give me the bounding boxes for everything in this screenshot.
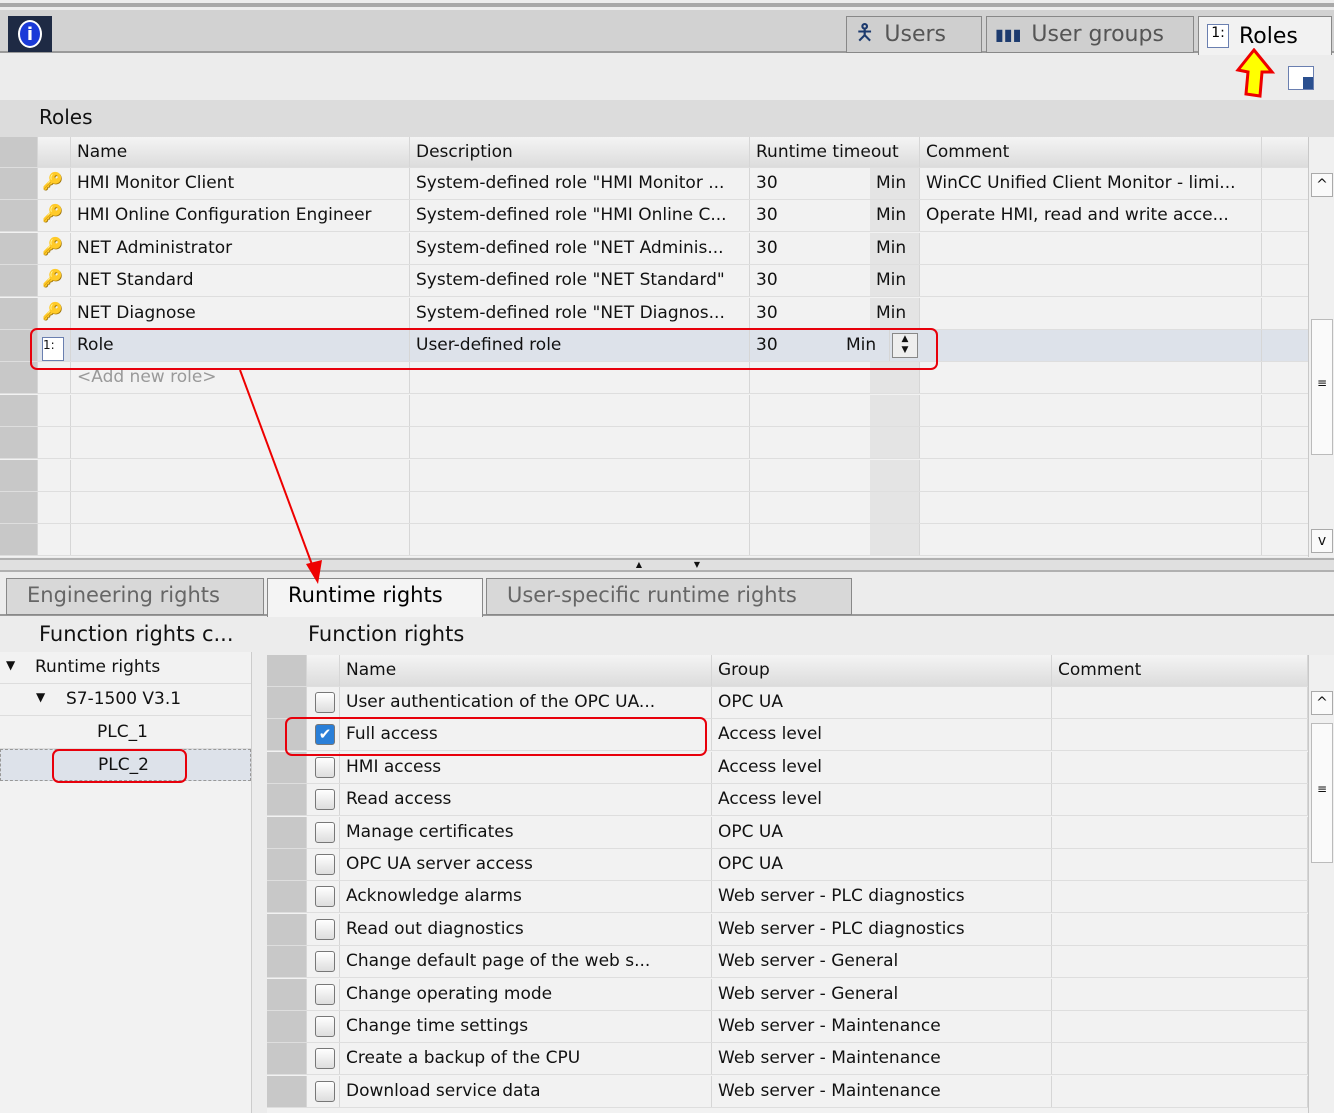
right-name: Create a backup of the CPU — [340, 1043, 712, 1075]
checkbox[interactable] — [315, 756, 335, 778]
right-name: Read access — [340, 784, 712, 816]
right-row: HMI access Access level — [267, 751, 1308, 784]
checkbox[interactable] — [315, 821, 335, 843]
checkbox[interactable] — [315, 1048, 335, 1070]
checkbox[interactable] — [315, 918, 335, 940]
checkbox[interactable] — [315, 951, 335, 973]
row-header[interactable] — [267, 751, 307, 783]
right-name: User authentication of the OPC UA... — [340, 687, 712, 718]
checkbox[interactable] — [315, 1016, 335, 1037]
right-comment[interactable] — [1052, 687, 1308, 718]
right-comment[interactable] — [1052, 1043, 1308, 1075]
tree-item[interactable]: ▼ S7-1500 V3.1 — [0, 684, 251, 717]
scroll-thumb[interactable]: ≡ — [1311, 723, 1333, 863]
right-row: Change default page of the web s... Web … — [267, 946, 1308, 979]
row-header[interactable] — [267, 1043, 307, 1075]
right-comment[interactable] — [1052, 816, 1308, 848]
right-group: Web server - General — [712, 978, 1052, 1010]
row-header[interactable] — [267, 913, 307, 945]
right-comment[interactable] — [1052, 913, 1308, 945]
row-header[interactable] — [267, 687, 307, 718]
checkbox[interactable] — [315, 983, 335, 1005]
right-comment[interactable] — [1052, 751, 1308, 783]
right-row: Create a backup of the CPU Web server - … — [267, 1043, 1308, 1076]
row-header[interactable] — [267, 881, 307, 913]
right-comment[interactable] — [1052, 719, 1308, 751]
checkbox[interactable] — [315, 789, 335, 811]
right-group: OPC UA — [712, 816, 1052, 848]
right-name: Acknowledge alarms — [340, 881, 712, 913]
right-row: Download service data Web server - Maint… — [267, 1075, 1308, 1108]
right-row: Read out diagnostics Web server - PLC di… — [267, 913, 1308, 946]
row-header[interactable] — [267, 946, 307, 978]
checkbox[interactable] — [315, 1080, 335, 1102]
right-name: Change operating mode — [340, 978, 712, 1010]
right-row: Change operating mode Web server - Gener… — [267, 978, 1308, 1011]
right-group: Web server - Maintenance — [712, 1011, 1052, 1042]
right-row: User authentication of the OPC UA... OPC… — [267, 687, 1308, 719]
right-name: Read out diagnostics — [340, 913, 712, 945]
full-access-highlight — [285, 717, 707, 756]
row-header[interactable] — [267, 784, 307, 816]
function-rights-categories-title: Function rights c... — [39, 622, 234, 646]
right-row: Read access Access level — [267, 784, 1308, 817]
checkbox[interactable] — [315, 854, 335, 875]
right-group: Web server - General — [712, 946, 1052, 978]
right-comment[interactable] — [1052, 978, 1308, 1010]
right-group: Access level — [712, 784, 1052, 816]
checkbox[interactable] — [315, 886, 335, 908]
row-header[interactable] — [267, 1011, 307, 1042]
right-name: Change time settings — [340, 1011, 712, 1042]
right-name: Download service data — [340, 1075, 712, 1107]
tree-item-label: S7-1500 V3.1 — [66, 689, 182, 710]
col-name[interactable]: Name — [340, 655, 712, 686]
right-row: Manage certificates OPC UA — [267, 816, 1308, 849]
tree-item[interactable]: ▼ Runtime rights — [0, 652, 251, 684]
expand-triangle-icon[interactable]: ▼ — [36, 690, 45, 704]
right-comment[interactable] — [1052, 784, 1308, 816]
row-header[interactable] — [267, 849, 307, 880]
tree-item-label: PLC_1 — [97, 721, 148, 742]
row-header[interactable] — [267, 816, 307, 848]
rights-scrollbar[interactable]: ^ ≡ — [1308, 655, 1334, 1113]
row-header[interactable] — [267, 1075, 307, 1107]
plc2-highlight — [52, 749, 187, 783]
expand-triangle-icon[interactable]: ▼ — [6, 658, 15, 672]
scroll-up-button[interactable]: ^ — [1311, 691, 1333, 715]
right-row: Change time settings Web server - Mainte… — [267, 1011, 1308, 1043]
right-comment[interactable] — [1052, 946, 1308, 978]
right-group: Access level — [712, 751, 1052, 783]
rights-table-header: Name Group Comment — [267, 655, 1308, 687]
right-row: Acknowledge alarms Web server - PLC diag… — [267, 881, 1308, 914]
right-row: OPC UA server access OPC UA — [267, 849, 1308, 881]
right-name: HMI access — [340, 751, 712, 783]
right-group: Web server - PLC diagnostics — [712, 881, 1052, 913]
categories-tree: ▼ Runtime rights ▼ S7-1500 V3.1 PLC_1 PL… — [0, 652, 252, 1113]
col-comment[interactable]: Comment — [1052, 655, 1308, 686]
right-group: OPC UA — [712, 687, 1052, 718]
red-arrow-annotation — [239, 369, 322, 584]
right-name: Change default page of the web s... — [340, 946, 712, 978]
right-comment[interactable] — [1052, 849, 1308, 880]
tree-item-label: Runtime rights — [35, 657, 161, 677]
right-name: OPC UA server access — [340, 849, 712, 880]
right-comment[interactable] — [1052, 1011, 1308, 1042]
right-comment[interactable] — [1052, 881, 1308, 913]
right-group: OPC UA — [712, 849, 1052, 880]
function-rights-title: Function rights — [308, 622, 465, 646]
right-comment[interactable] — [1052, 1075, 1308, 1107]
row-header[interactable] — [267, 978, 307, 1010]
right-group: Web server - Maintenance — [712, 1043, 1052, 1075]
checkbox[interactable] — [315, 692, 335, 713]
right-group: Access level — [712, 719, 1052, 751]
right-group: Web server - Maintenance — [712, 1075, 1052, 1107]
right-name: Manage certificates — [340, 816, 712, 848]
col-group[interactable]: Group — [712, 655, 1052, 686]
right-group: Web server - PLC diagnostics — [712, 913, 1052, 945]
tree-item[interactable]: PLC_1 — [0, 717, 251, 749]
